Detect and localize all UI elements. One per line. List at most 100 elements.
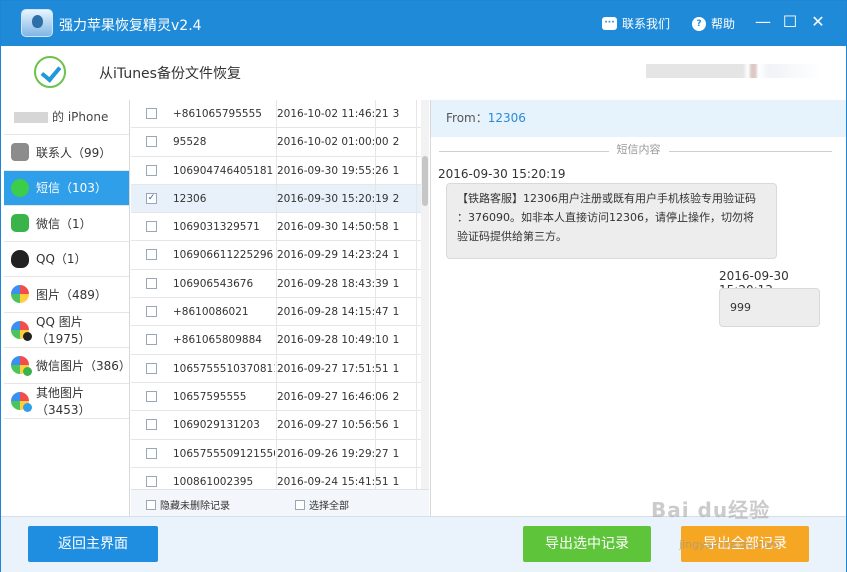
sent-message-bubble: 999	[719, 288, 820, 327]
message-line: 999	[730, 301, 751, 314]
message-date: 2016-09-28 10:49:10	[276, 326, 389, 354]
message-line: 【铁路客服】12306用户注册或既有用户手机核验专用验证码	[457, 192, 756, 205]
message-date: 2016-09-30 14:50:58	[276, 213, 389, 241]
message-date: 2016-09-30 15:20:19	[276, 184, 389, 213]
sidebar-item-label: QQ 图片（1975）	[36, 314, 91, 346]
section-label: 短信内容	[608, 143, 669, 156]
message-date: 2016-09-30 19:55:26	[276, 156, 389, 184]
contacts-icon	[11, 143, 29, 162]
sender-number: 106906611225296	[173, 249, 274, 262]
table-row[interactable]: ✓ 12306 2016-09-30 15:20:19 2	[131, 184, 429, 214]
message-count: 1	[375, 467, 417, 489]
select-all-option[interactable]: 选择全部	[295, 497, 349, 512]
contact-us-button[interactable]: ··· 联系我们	[602, 15, 670, 32]
help-label: 帮助	[711, 17, 736, 31]
row-checkbox[interactable]	[146, 475, 157, 487]
message-date: 2016-10-02 11:46:21	[276, 100, 389, 128]
row-checkbox[interactable]: ✓	[146, 192, 157, 204]
message-count: 1	[375, 241, 417, 269]
table-row[interactable]: 100861002395 2016-09-24 15:41:51 1	[131, 467, 429, 489]
message-date: 2016-09-27 16:46:06	[276, 382, 389, 411]
message-count: 3	[375, 100, 417, 128]
message-date: 2016-09-28 14:15:47	[276, 298, 389, 326]
row-checkbox[interactable]	[146, 306, 157, 318]
table-row[interactable]: 106906611225296 2016-09-29 14:23:24 1	[131, 241, 429, 270]
table-row[interactable]: 106904746405181 2016-09-30 19:55:26 1	[131, 156, 429, 185]
message-date: 2016-09-26 19:29:27	[276, 439, 389, 467]
back-to-main-button[interactable]: 返回主界面	[28, 526, 158, 562]
message-date: 2016-09-24 15:41:51	[276, 467, 389, 489]
sidebar-item-wechat[interactable]: 微信（1）	[4, 206, 129, 242]
table-row[interactable]: 95528 2016-10-02 01:00:00 2	[131, 128, 429, 157]
list-scrollbar[interactable]	[421, 100, 429, 489]
sidebar-item-label: 微信（1）	[36, 216, 92, 231]
table-row[interactable]: 106575550912155002016-09-26 19:29:271	[131, 439, 429, 468]
sidebar-item-photos[interactable]: 图片（489）	[4, 277, 129, 313]
sidebar-item-contacts[interactable]: 联系人（99）	[4, 135, 129, 171]
export-selected-button[interactable]: 导出选中记录	[523, 526, 651, 562]
row-checkbox[interactable]	[146, 108, 157, 119]
hide-deleted-checkbox[interactable]	[146, 499, 156, 510]
row-checkbox[interactable]	[146, 221, 157, 233]
message-count: 1	[375, 439, 417, 467]
row-checkbox[interactable]	[146, 334, 157, 346]
sender-number: 106906543676	[173, 277, 254, 290]
close-icon[interactable]: ✕	[808, 12, 828, 32]
sidebar-item-label: 其他图片（3453）	[36, 385, 91, 417]
table-row[interactable]: +861065809884 2016-09-28 10:49:10 1	[131, 326, 429, 355]
itunes-restore-icon	[34, 56, 66, 88]
row-checkbox[interactable]	[146, 390, 157, 402]
sidebar-item-qq-photos[interactable]: QQ 图片（1975）	[4, 313, 129, 348]
contact-us-label: 联系我们	[622, 17, 671, 31]
message-count: 1	[375, 269, 417, 298]
sidebar-item-wechat-photos[interactable]: 微信图片（386）	[4, 348, 131, 384]
message-date: 2016-10-02 01:00:00	[276, 128, 389, 156]
page-title: 从iTunes备份文件恢复	[99, 66, 241, 82]
message-list: +861065795555 2016-10-02 11:46:21 3 95528 20…	[131, 100, 429, 489]
sender-number: 106904746405181	[173, 164, 274, 177]
row-checkbox[interactable]	[146, 362, 157, 374]
table-row[interactable]: 10657595555 2016-09-27 16:46:06 2	[131, 382, 429, 412]
message-count: 2	[375, 184, 417, 213]
select-all-checkbox[interactable]	[295, 499, 305, 510]
table-row[interactable]: 1069029131203 2016-09-27 10:56:56 1	[131, 411, 429, 440]
other-photos-icon	[11, 391, 32, 412]
chat-icon: ···	[602, 17, 617, 30]
wechat-icon	[11, 214, 29, 233]
help-button[interactable]: ? 帮助	[692, 15, 735, 32]
scrollbar-thumb[interactable]	[422, 156, 428, 206]
maximize-icon[interactable]: ☐	[780, 12, 800, 32]
qq-photos-icon	[11, 320, 32, 341]
table-row[interactable]: 106906543676 2016-09-28 18:43:39 1	[131, 269, 429, 299]
help-icon: ?	[692, 16, 706, 31]
table-row[interactable]: 1069031329571 2016-09-30 14:50:58 1	[131, 213, 429, 242]
from-label: From：	[446, 111, 488, 125]
row-checkbox[interactable]	[146, 277, 157, 289]
sender-number: 106575551037081154	[173, 362, 275, 375]
sender-number: 100861002395	[173, 475, 254, 488]
hide-deleted-option[interactable]: 隐藏未删除记录	[146, 497, 230, 512]
table-row[interactable]: +8610086021 2016-09-28 14:15:47 1	[131, 298, 429, 327]
sender-number: 10657555091215500	[173, 447, 275, 460]
app-title: 强力苹果恢复精灵v2.4	[59, 18, 202, 34]
minimize-icon[interactable]: —	[753, 12, 773, 32]
photos-icon	[11, 285, 29, 304]
row-checkbox[interactable]	[146, 249, 157, 261]
message-count: 1	[375, 354, 417, 382]
wechat-photos-icon	[11, 356, 32, 377]
sidebar-item-sms[interactable]: 短信（103）	[4, 170, 129, 206]
received-message-time: 2016-09-30 15:20:19	[438, 167, 566, 181]
from-bar: From：12306	[431, 100, 846, 137]
sender-number: 12306	[173, 192, 207, 205]
sidebar-item-label: 微信图片（386）	[36, 358, 131, 373]
table-row[interactable]: 1065755510370811542016-09-27 17:51:511	[131, 354, 429, 383]
table-row[interactable]: +861065795555 2016-10-02 11:46:21 3	[131, 100, 429, 129]
sidebar-item-label: 联系人（99）	[36, 145, 112, 160]
row-checkbox[interactable]	[146, 136, 157, 148]
row-checkbox[interactable]	[146, 447, 157, 459]
sidebar-item-other-photos[interactable]: 其他图片（3453）	[4, 384, 129, 419]
sender-number: 1069031329571	[173, 221, 260, 234]
row-checkbox[interactable]	[146, 419, 157, 431]
sidebar-item-qq[interactable]: QQ（1）	[4, 242, 129, 277]
row-checkbox[interactable]	[146, 164, 157, 176]
